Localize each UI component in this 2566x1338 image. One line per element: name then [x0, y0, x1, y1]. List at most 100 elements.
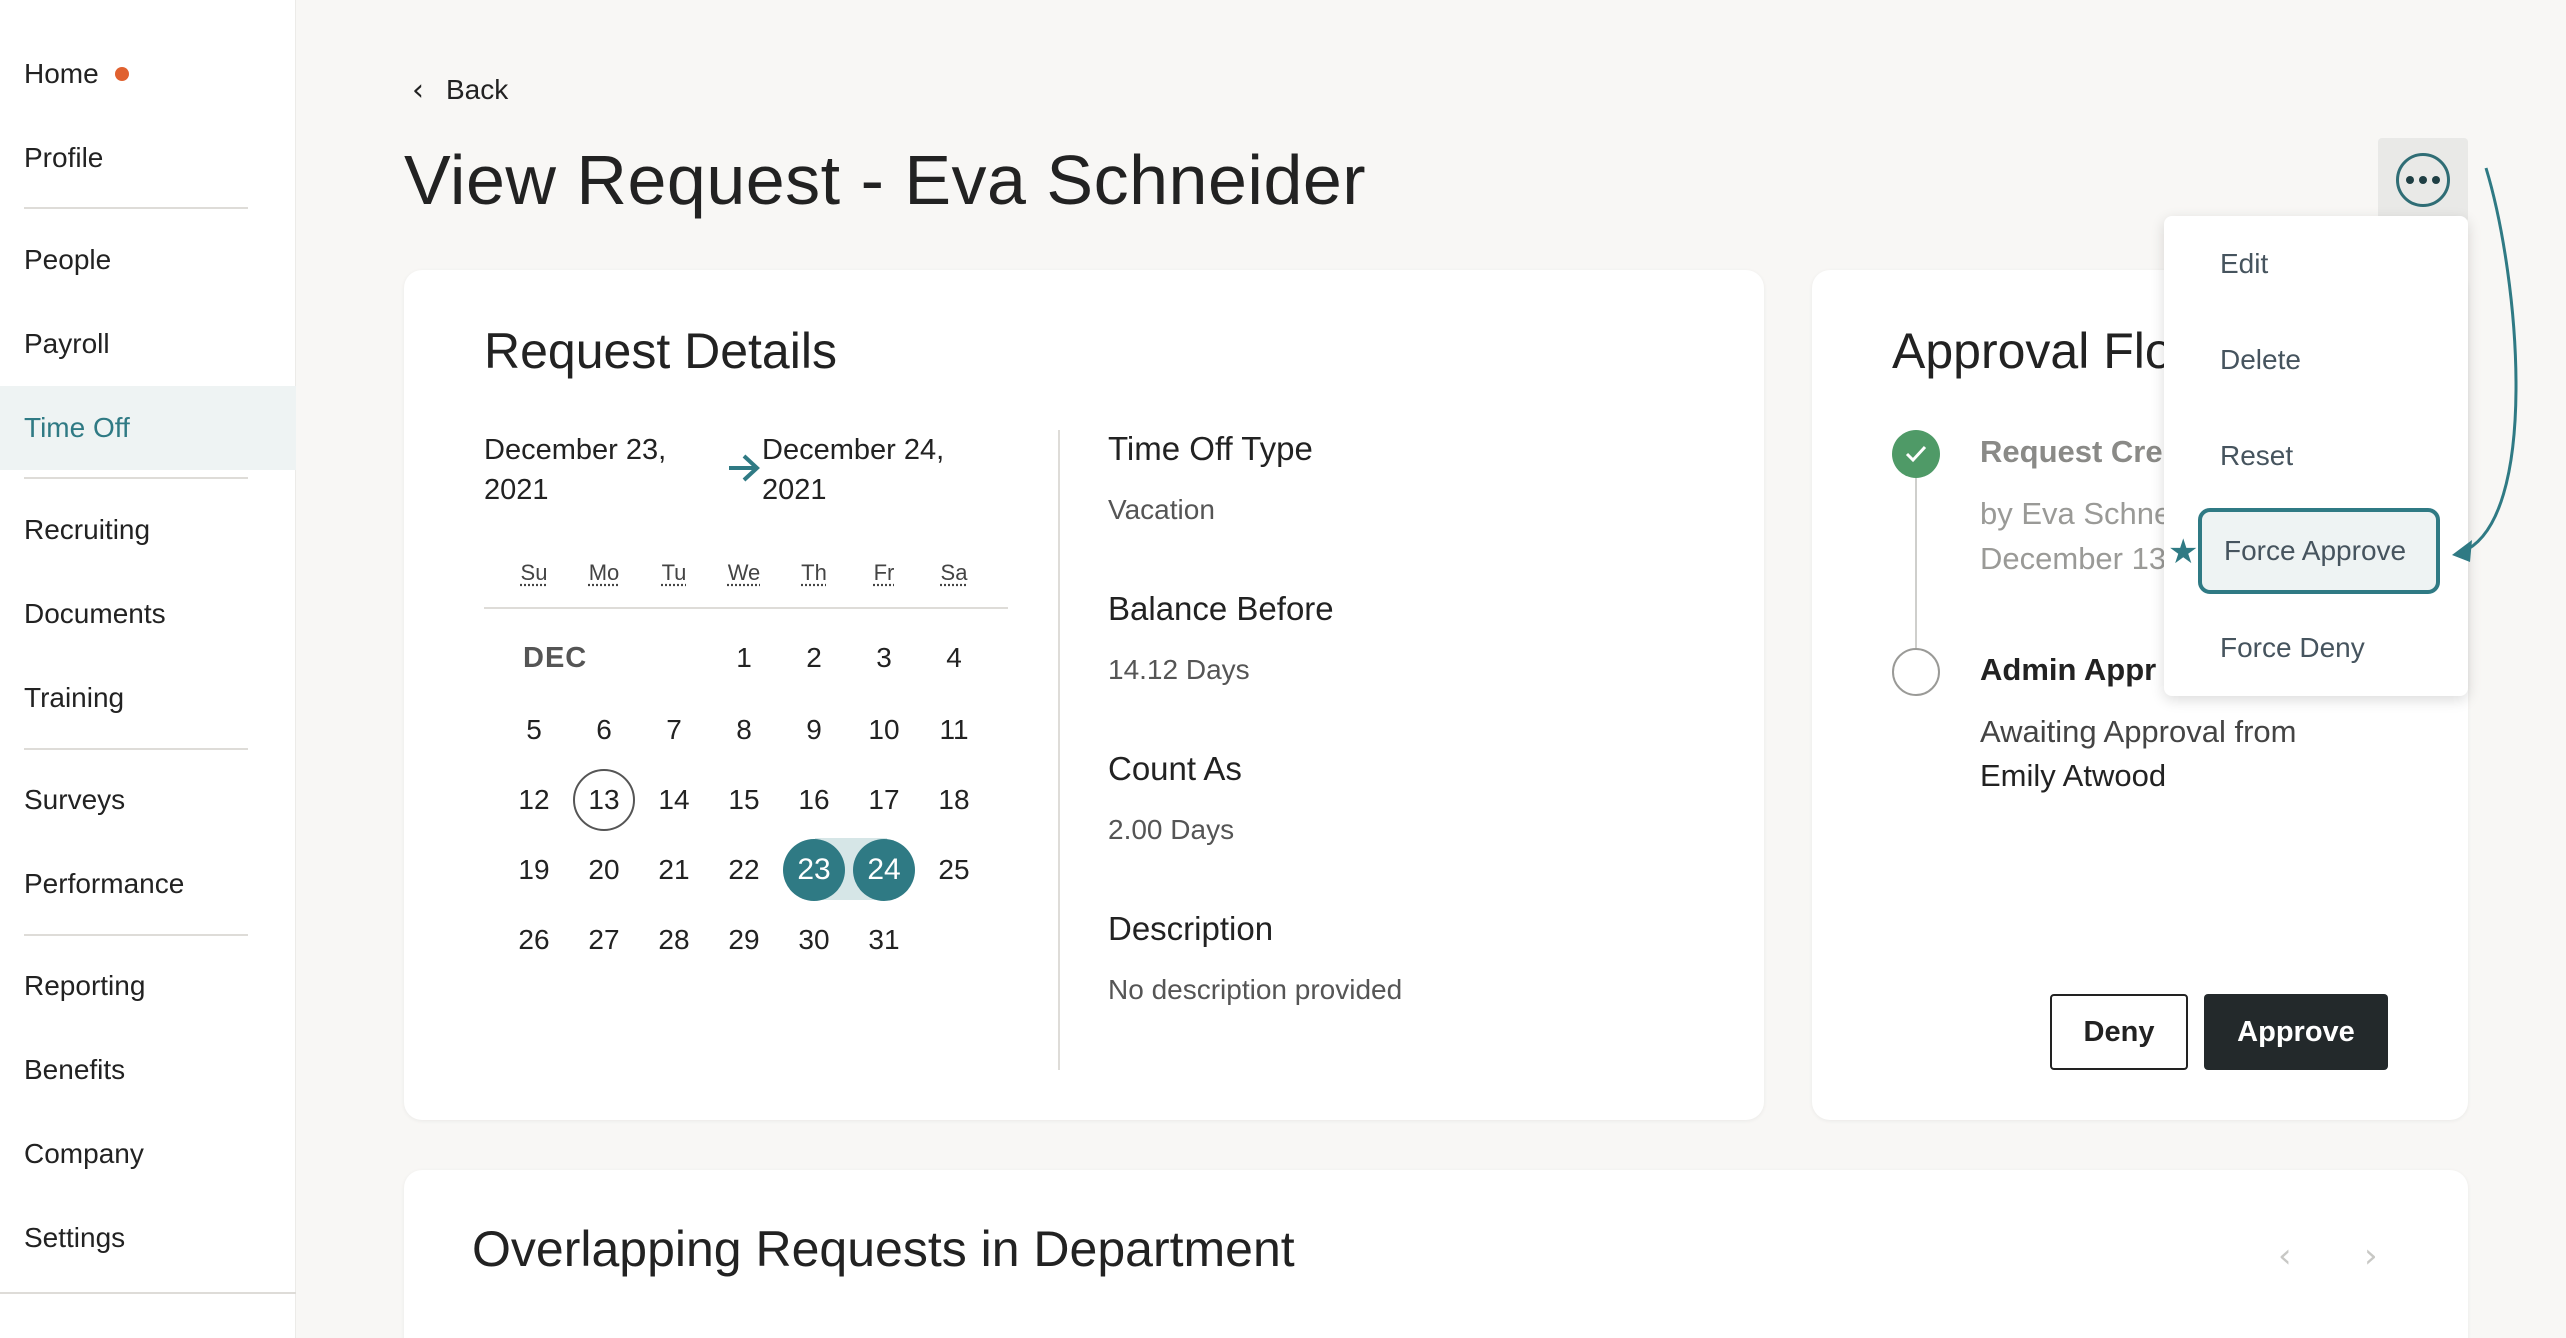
calendar-day[interactable]: 1 [713, 627, 775, 689]
sidebar-item-settings[interactable]: Settings [0, 1196, 296, 1280]
sidebar-item-label: Company [24, 1138, 144, 1169]
start-date: December 23, 2021 [484, 430, 666, 510]
sidebar-item-recruiting[interactable]: Recruiting [0, 488, 296, 572]
sidebar-divider [24, 934, 248, 936]
chevron-left-icon[interactable]: ‹ [2278, 1236, 2292, 1276]
sidebar-item-benefits[interactable]: Benefits [0, 1028, 296, 1112]
calendar-day[interactable]: 24 [853, 839, 915, 901]
calendar-day[interactable]: 23 [783, 839, 845, 901]
time-off-type-label: Time Off Type [1108, 430, 1313, 467]
check-circle-icon [1892, 430, 1940, 478]
step-connector [1915, 478, 1917, 648]
back-label: Back [446, 74, 509, 105]
calendar-day[interactable]: 6 [573, 699, 635, 761]
chevron-right-icon[interactable]: › [2364, 1236, 2378, 1276]
calendar-day[interactable]: 28 [643, 909, 705, 971]
calendar-day[interactable]: 16 [783, 769, 845, 831]
weekday-label: Su [520, 560, 548, 585]
calendar-day[interactable]: 17 [853, 769, 915, 831]
sidebar-item-label: Profile [24, 142, 104, 173]
calendar-day[interactable]: 11 [923, 699, 985, 761]
calendar-day[interactable]: 19 [503, 839, 565, 901]
count-as-value: 2.00 Days [1108, 814, 1235, 845]
step1-title: Request Cre [1980, 434, 2163, 469]
weekday-label: Tu [661, 560, 687, 585]
calendar-day[interactable]: 12 [503, 769, 565, 831]
sidebar-divider [24, 748, 248, 750]
deny-button[interactable]: Deny [2050, 994, 2188, 1070]
weekday-label: Fr [873, 560, 895, 585]
start-date-line1: December 23, [484, 434, 667, 466]
sidebar-item-label: People [24, 244, 112, 275]
sidebar-item-home[interactable]: Home [0, 32, 296, 116]
sidebar-item-reporting[interactable]: Reporting [0, 944, 296, 1028]
calendar-day[interactable]: 22 [713, 839, 775, 901]
calendar-day[interactable]: 21 [643, 839, 705, 901]
menu-item-edit[interactable]: Edit [2164, 216, 2468, 312]
sidebar-item-label: Reporting [24, 970, 146, 1001]
weekday-label: Sa [940, 560, 968, 585]
calendar-day[interactable]: 15 [713, 769, 775, 831]
calendar-day[interactable]: 30 [783, 909, 845, 971]
calendar-day[interactable]: 27 [573, 909, 635, 971]
back-link[interactable]: ‹ Back [412, 70, 508, 110]
sidebar-item-company[interactable]: Company [0, 1112, 296, 1196]
calendar-day[interactable]: 9 [783, 699, 845, 761]
calendar-day[interactable]: 2 [783, 627, 845, 689]
calendar-day[interactable]: 20 [573, 839, 635, 901]
page-title: View Request - Eva Schneider [404, 141, 1367, 219]
actions-menu: Edit Delete Reset Force Approve Force De… [2164, 216, 2468, 696]
calendar-day[interactable]: 26 [503, 909, 565, 971]
more-horizontal-icon [2396, 153, 2450, 207]
calendar-day[interactable]: 18 [923, 769, 985, 831]
request-details-card [404, 270, 1764, 1120]
overlapping-requests-title: Overlapping Requests in Department [472, 1221, 1295, 1277]
step2-approver: Emily Atwood [1980, 758, 2167, 793]
weekday-label: Mo [588, 560, 620, 585]
description-label: Description [1108, 910, 1274, 947]
end-date-line1: December 24, [762, 434, 945, 466]
calendar-day[interactable]: 7 [643, 699, 705, 761]
calendar-day[interactable]: 4 [923, 627, 985, 689]
sidebar-item-performance[interactable]: Performance [0, 842, 296, 926]
menu-item-force-approve[interactable]: Force Approve [2198, 508, 2440, 594]
calendar-day[interactable]: 10 [853, 699, 915, 761]
sidebar-item-label: Recruiting [24, 514, 151, 545]
sidebar-item-people[interactable]: People [0, 218, 296, 302]
sidebar-item-time-off[interactable]: Time Off [0, 386, 296, 470]
approve-button[interactable]: Approve [2204, 994, 2388, 1070]
calendar-day[interactable]: 29 [713, 909, 775, 971]
chevron-left-icon: ‹ [412, 72, 424, 108]
step2-title: Admin Appr [1980, 652, 2157, 687]
end-date: December 24, 2021 [762, 430, 944, 510]
sidebar-item-profile[interactable]: Profile [0, 116, 296, 200]
sidebar-item-label: Benefits [24, 1054, 126, 1085]
sidebar-divider [24, 207, 248, 209]
description-value: No description provided [1108, 974, 1403, 1005]
sidebar-item-label: Time Off [24, 412, 130, 443]
menu-item-delete[interactable]: Delete [2164, 312, 2468, 408]
calendar-divider [484, 607, 1008, 609]
menu-item-reset[interactable]: Reset [2164, 408, 2468, 504]
arrow-right-icon [729, 454, 760, 482]
calendar-day[interactable]: 3 [853, 627, 915, 689]
calendar-day[interactable]: 13 [573, 769, 635, 831]
calendar-day[interactable]: 8 [713, 699, 775, 761]
sidebar-item-payroll[interactable]: Payroll [0, 302, 296, 386]
calendar-day[interactable]: 5 [503, 699, 565, 761]
sidebar-divider [0, 1292, 296, 1294]
sidebar-item-label: Settings [24, 1222, 126, 1253]
sidebar-item-training[interactable]: Training [0, 656, 296, 740]
calendar-day[interactable]: 25 [923, 839, 985, 901]
sidebar-item-documents[interactable]: Documents [0, 572, 296, 656]
sidebar-item-surveys[interactable]: Surveys [0, 758, 296, 842]
sidebar-item-label: Home [24, 58, 99, 89]
details-divider [1058, 430, 1060, 1070]
calendar-day[interactable]: 31 [853, 909, 915, 971]
calendar-day[interactable]: 14 [643, 769, 705, 831]
menu-item-force-deny[interactable]: Force Deny [2164, 600, 2468, 696]
sidebar-divider [24, 477, 248, 479]
balance-before-value: 14.12 Days [1108, 654, 1250, 685]
start-date-line2: 2021 [484, 474, 549, 506]
sidebar: Home Profile People Payroll Time Off Rec… [0, 0, 296, 1338]
